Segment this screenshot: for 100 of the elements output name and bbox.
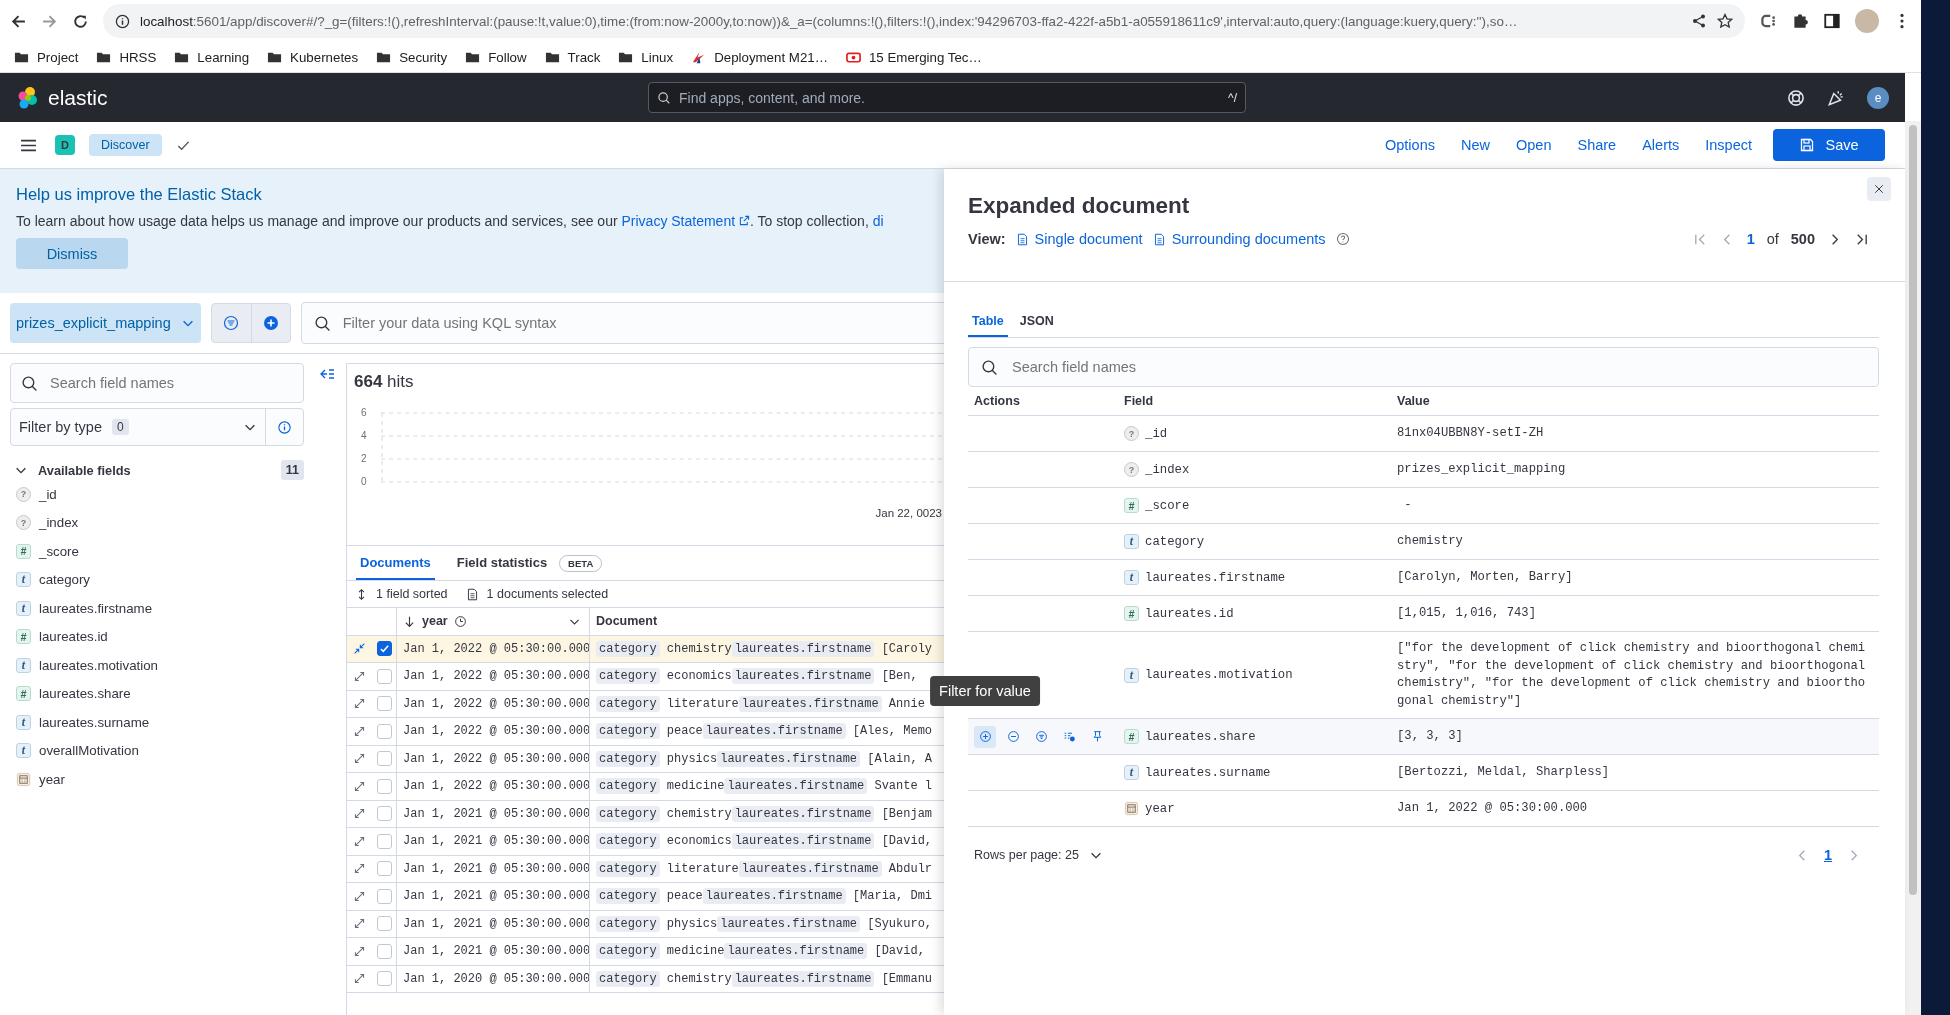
field-name[interactable]: _id [39, 486, 57, 502]
row-checkbox[interactable] [376, 861, 392, 877]
bookmark[interactable]: Linux [618, 49, 674, 65]
field-name[interactable]: _score [39, 543, 79, 559]
breadcrumb[interactable]: Discover [89, 134, 162, 156]
logo-icon[interactable] [16, 85, 40, 110]
row-checkbox[interactable] [376, 833, 392, 849]
row-checkbox[interactable] [376, 641, 392, 657]
share-icon[interactable] [1691, 13, 1707, 29]
tab[interactable]: JSON [1015, 307, 1058, 337]
close-button[interactable] [1867, 177, 1891, 201]
sort-info[interactable]: 1 field sorted [355, 587, 448, 601]
field-name[interactable]: laureates.firstname [39, 600, 153, 616]
expand-icon[interactable] [353, 807, 366, 821]
bookmark[interactable]: Track [544, 49, 601, 65]
row-checkbox[interactable] [376, 888, 392, 904]
toolbar-link[interactable]: Alerts [1629, 137, 1693, 153]
bookmark[interactable]: HRSS [96, 49, 157, 65]
bookmark[interactable]: Security [376, 49, 448, 65]
field-name[interactable]: laureates.motivation [39, 657, 158, 673]
field-name[interactable]: laureates.share [39, 686, 131, 702]
save-button[interactable]: Save [1773, 129, 1885, 161]
bookmark[interactable]: Deployment M21… [691, 49, 828, 65]
row-checkbox[interactable] [376, 916, 392, 932]
page-number[interactable]: 1 [1823, 847, 1832, 863]
column-header[interactable]: year [396, 608, 589, 635]
text-type-icon: t [1124, 765, 1139, 780]
date-cell: Jan 1, 2022 @ 05:30:00.000 [396, 690, 589, 717]
bookmark[interactable]: Follow [465, 49, 527, 65]
toolbar-link[interactable]: Options [1372, 137, 1448, 153]
privacy-link[interactable]: Privacy Statement [621, 213, 750, 229]
toolbar-link[interactable]: Share [1564, 137, 1630, 153]
address-bar[interactable] [103, 4, 1745, 38]
row-checkbox[interactable] [376, 668, 392, 684]
field-name[interactable]: _index [39, 515, 79, 531]
field-name[interactable]: category [39, 572, 90, 588]
expand-icon[interactable] [353, 944, 366, 958]
data-view-selector[interactable]: prizes_explicit_mapping [10, 303, 201, 343]
field-name: category [1145, 534, 1205, 549]
field-name[interactable]: laureates.surname [39, 714, 150, 730]
collapse-sidebar-icon[interactable] [319, 366, 335, 382]
scrollbar[interactable] [1905, 121, 1921, 1015]
tab[interactable]: Documents [356, 546, 435, 580]
collapse-icon[interactable] [353, 642, 366, 656]
rows-per-page-selector[interactable]: Rows per page: 25 [974, 848, 1103, 862]
row-checkbox[interactable] [376, 723, 392, 739]
expand-icon[interactable] [353, 972, 366, 986]
field-name[interactable]: laureates.id [39, 629, 108, 645]
field-value: [3, 3, 3] [1397, 727, 1464, 745]
bookmark[interactable]: 15 Emerging Tec… [845, 49, 982, 65]
tab[interactable]: Table [968, 307, 1008, 337]
logo-text[interactable]: elastic [48, 85, 108, 110]
view-link[interactable]: Single document [1015, 231, 1143, 247]
expand-icon[interactable] [353, 917, 366, 931]
reload-icon[interactable] [72, 12, 89, 30]
extension-icon[interactable] [1759, 12, 1777, 30]
expand-icon[interactable] [353, 862, 366, 876]
global-search-box[interactable]: Find apps, content, and more. ^/ [648, 82, 1246, 113]
expand-icon[interactable] [353, 724, 366, 738]
document-icon [1015, 232, 1029, 246]
toolbar-link[interactable]: Inspect [1692, 137, 1765, 153]
field-name[interactable]: overallMotivation [39, 743, 139, 759]
puzzle-icon[interactable] [1791, 12, 1809, 30]
row-checkbox[interactable] [376, 778, 392, 794]
view-link[interactable]: Surrounding documents [1152, 231, 1326, 247]
bookmark[interactable]: Kubernetes [267, 49, 359, 65]
selection-info[interactable]: 1 documents selected [465, 587, 609, 601]
expand-icon[interactable] [353, 779, 366, 793]
dismiss-button[interactable]: Dismiss [16, 238, 128, 269]
expand-icon[interactable] [353, 752, 366, 766]
disable-link[interactable]: di [872, 213, 884, 229]
bookmark[interactable]: Project [14, 49, 79, 65]
row-checkbox[interactable] [376, 696, 392, 712]
toolbar-link[interactable]: Open [1503, 137, 1565, 153]
row-checkbox[interactable] [376, 806, 392, 822]
field-search-box[interactable]: Search field names [10, 363, 304, 403]
space-avatar[interactable]: D [55, 135, 75, 155]
bookmark[interactable]: Learning [174, 49, 250, 65]
news-icon[interactable] [1827, 88, 1845, 107]
row-checkbox[interactable] [376, 971, 392, 987]
tab[interactable]: Field statistics [452, 546, 552, 580]
star-icon[interactable] [1717, 13, 1733, 29]
toolbar-link[interactable]: New [1447, 137, 1503, 153]
global-search-field[interactable]: Find apps, content, and more. [679, 83, 1221, 112]
column-header: Actions [973, 394, 1021, 408]
expand-icon[interactable] [353, 669, 366, 683]
expand-icon[interactable] [353, 834, 366, 848]
info-icon[interactable] [115, 13, 130, 29]
field-value: ["for the development of click chemistry and bioorthogonal chemistry", "for the development of click chemistry and bioorthogonal chemistry", "for the development of click chemistry and bioorthogonal chemistry"] [1397, 640, 1866, 710]
sidebar-icon[interactable] [1823, 12, 1841, 30]
field-search-field[interactable]: Search field names [50, 364, 293, 402]
field-name[interactable]: year [39, 771, 65, 787]
expand-icon[interactable] [353, 889, 366, 903]
unknown-type-icon: ? [1124, 462, 1139, 477]
section-title[interactable]: Available fields [38, 462, 131, 478]
row-checkbox[interactable] [376, 943, 392, 959]
number-type-icon: # [16, 629, 31, 645]
expand-icon[interactable] [353, 697, 366, 711]
row-checkbox[interactable] [376, 751, 392, 767]
unknown-type-icon: ? [16, 515, 31, 531]
